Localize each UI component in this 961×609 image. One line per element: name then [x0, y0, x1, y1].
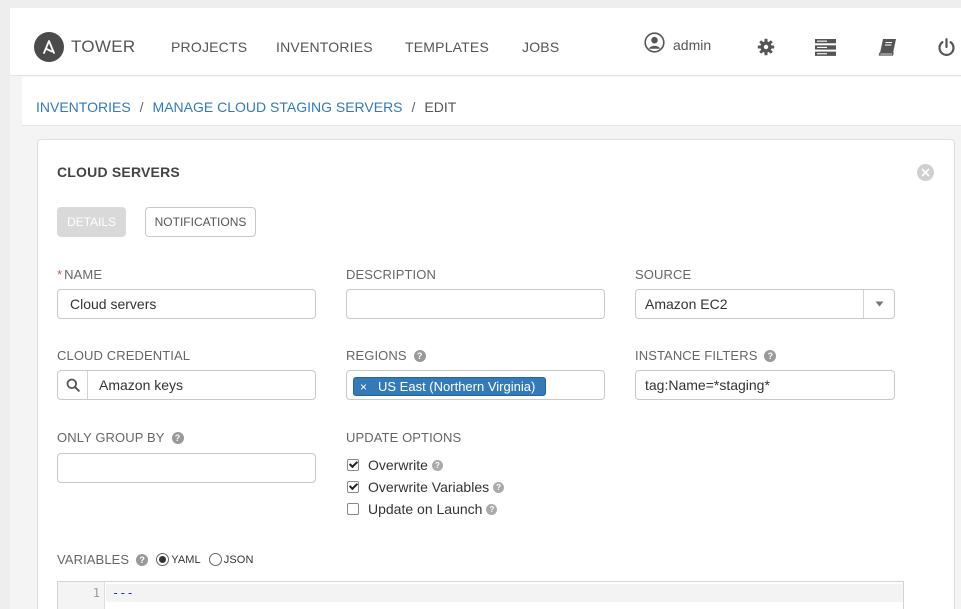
code-line-text: --- [112, 586, 134, 600]
source-label: SOURCE [635, 267, 692, 282]
overwrite-option: Overwrite ? [347, 457, 443, 473]
instance-filters-input[interactable]: tag:Name=*staging* [635, 370, 895, 400]
help-icon[interactable]: ? [413, 349, 426, 362]
breadcrumb-inventories[interactable]: INVENTORIES [36, 99, 131, 115]
name-input-value: Cloud servers [70, 296, 157, 312]
brand-logo[interactable]: TOWER [34, 32, 135, 62]
form-panel: CLOUD SERVERS DETAILS NOTIFICATIONS * NAM… [37, 139, 955, 609]
tab-notifications[interactable]: NOTIFICATIONS [145, 207, 256, 237]
instance-filters-value: tag:Name=*staging* [645, 377, 770, 393]
ansible-logo-icon [34, 32, 64, 62]
source-select-value: Amazon EC2 [645, 296, 728, 312]
overwrite-variables-option: Overwrite Variables ? [347, 479, 505, 495]
editor-gutter: 1 [58, 582, 105, 609]
variables-editor[interactable]: 1 --- [57, 581, 904, 609]
breadcrumb-manage-cloud-staging-servers[interactable]: MANAGE CLOUD STAGING SERVERS [153, 99, 403, 115]
server-icon[interactable] [814, 36, 836, 58]
region-tag: × US East (Northern Virginia) [353, 377, 547, 396]
close-icon[interactable] [917, 164, 934, 181]
json-label: JSON [223, 553, 254, 566]
description-label: DESCRIPTION [346, 267, 436, 282]
user-circle-icon [644, 32, 665, 58]
instance-filters-label: INSTANCE FILTERS? [635, 348, 777, 363]
cloud-credential-value: Amazon keys [99, 377, 184, 393]
remove-tag-icon[interactable]: × [360, 380, 367, 394]
regions-multiselect[interactable]: × US East (Northern Virginia) [346, 370, 605, 400]
update-on-launch-label: Update on Launch [368, 501, 483, 517]
help-icon[interactable]: ? [486, 503, 498, 515]
regions-label: REGIONS? [346, 348, 426, 363]
required-marker: * [57, 267, 63, 282]
nav-inventories[interactable]: INVENTORIES [276, 39, 373, 55]
line-number: 1 [92, 586, 100, 600]
breadcrumb-separator: / [411, 99, 416, 115]
yaml-label: YAML [171, 553, 201, 566]
nav-templates[interactable]: TEMPLATES [405, 39, 489, 55]
tab-details[interactable]: DETAILS [57, 207, 126, 237]
user-menu[interactable]: admin [644, 32, 712, 58]
breadcrumb-current: EDIT [424, 99, 457, 115]
cloud-credential-lookup[interactable]: Amazon keys [57, 370, 316, 400]
update-options-label: UPDATE OPTIONS [346, 430, 462, 445]
description-input[interactable] [346, 289, 605, 319]
variables-label: VARIABLES [57, 552, 130, 567]
help-icon[interactable]: ? [764, 349, 777, 362]
help-icon[interactable]: ? [136, 553, 149, 566]
app-frame: TOWER PROJECTS INVENTORIES TEMPLATES JOB… [10, 8, 961, 609]
book-icon[interactable] [876, 36, 898, 58]
power-icon[interactable] [935, 36, 957, 58]
overwrite-label: Overwrite [368, 457, 428, 473]
help-icon[interactable]: ? [431, 459, 443, 471]
nav-projects[interactable]: PROJECTS [171, 39, 247, 55]
gear-icon[interactable] [755, 36, 777, 58]
cloud-credential-label: CLOUD CREDENTIAL [57, 348, 191, 363]
help-icon[interactable]: ? [493, 481, 505, 493]
username: admin [673, 37, 712, 53]
code-line[interactable]: --- [106, 584, 903, 602]
update-on-launch-checkbox[interactable] [347, 503, 359, 515]
help-icon[interactable]: ? [171, 431, 184, 444]
region-tag-label: US East (Northern Virginia) [378, 379, 536, 394]
overwrite-variables-label: Overwrite Variables [368, 479, 490, 495]
search-icon[interactable] [58, 371, 88, 399]
nav-jobs[interactable]: JOBS [522, 39, 559, 55]
breadcrumb-separator: / [139, 99, 144, 115]
panel-title: CLOUD SERVERS [57, 164, 180, 180]
name-input[interactable]: Cloud servers [57, 289, 316, 319]
brand-name: TOWER [71, 37, 136, 56]
overwrite-variables-checkbox[interactable] [347, 481, 359, 493]
variables-label-row: VARIABLES ? YAML JSON [57, 552, 262, 567]
name-label: * NAME [57, 267, 103, 282]
breadcrumb: INVENTORIES / MANAGE CLOUD STAGING SERVE… [22, 77, 961, 126]
source-select[interactable]: Amazon EC2 [635, 289, 895, 319]
yaml-radio[interactable] [156, 553, 170, 566]
only-group-by-label: ONLY GROUP BY? [57, 430, 184, 445]
chevron-down-icon [863, 290, 894, 318]
top-nav: TOWER PROJECTS INVENTORIES TEMPLATES JOB… [10, 8, 961, 76]
update-on-launch-option: Update on Launch ? [347, 501, 498, 517]
json-radio[interactable] [208, 553, 222, 566]
overwrite-checkbox[interactable] [347, 459, 359, 471]
only-group-by-input[interactable] [57, 453, 316, 483]
